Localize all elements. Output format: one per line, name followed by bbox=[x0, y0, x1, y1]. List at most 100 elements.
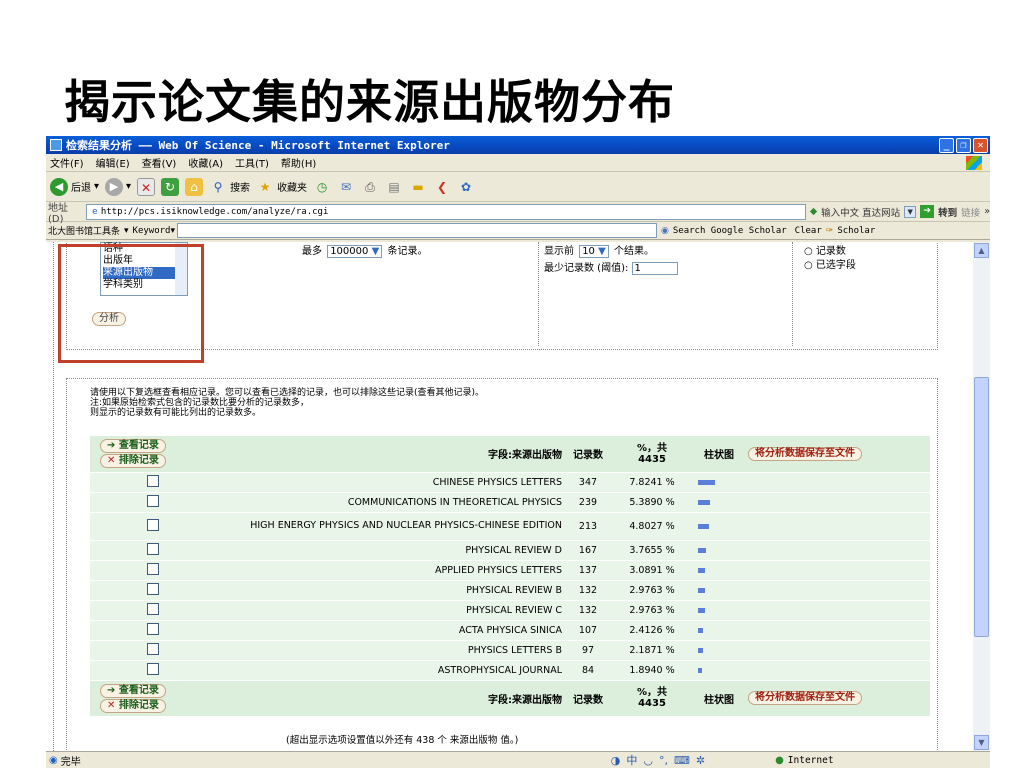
record-count: 213 bbox=[566, 512, 610, 541]
search-button[interactable]: ⚲ 搜索 bbox=[209, 178, 250, 196]
row-checkbox[interactable] bbox=[147, 518, 159, 531]
row-checkbox[interactable] bbox=[147, 662, 159, 675]
record-percent: 2.4126 % bbox=[610, 620, 694, 641]
field-header: 字段:来源出版物 bbox=[216, 680, 566, 717]
ime-toolbar[interactable]: ◑ 中 ◡ °, ⌨ ✲ bbox=[611, 752, 705, 768]
minimize-button[interactable]: _ bbox=[939, 137, 954, 153]
edit-icon[interactable]: ▤ bbox=[385, 178, 403, 196]
record-percent: 7.8241 % bbox=[610, 472, 694, 493]
messenger-icon[interactable]: ❮ bbox=[433, 178, 451, 196]
keyword-input[interactable] bbox=[177, 223, 658, 238]
ime-logo-icon: ◑ bbox=[610, 753, 621, 767]
library-toolbar-label[interactable]: 北大图书馆工具条 bbox=[48, 224, 120, 237]
back-button[interactable]: ◀ 后退 ▾ bbox=[50, 177, 99, 196]
menu-bar: 文件(F) 编辑(E) 查看(V) 收藏(A) 工具(T) 帮助(H) bbox=[46, 154, 990, 172]
keyboard-icon: ⌨ bbox=[673, 753, 690, 767]
links-button[interactable]: 链接 bbox=[961, 205, 980, 219]
scholar-search-icon[interactable]: ◉ bbox=[661, 226, 669, 236]
chevron-down-icon: ▼ bbox=[371, 246, 380, 257]
percent-bar bbox=[698, 479, 715, 485]
go-arrow-icon[interactable]: ➔ bbox=[920, 205, 935, 218]
windows-logo-icon bbox=[966, 155, 982, 170]
back-arrow-icon: ◀ bbox=[50, 177, 68, 196]
menu-edit[interactable]: 编辑(E) bbox=[96, 155, 130, 170]
table-row: PHYSICAL REVIEW C 132 2.9763 % bbox=[90, 600, 930, 621]
favorites-button[interactable]: ★ 收藏夹 bbox=[256, 178, 307, 196]
address-bar: 地址(D) e http://pcs.isiknowledge.com/anal… bbox=[46, 202, 990, 225]
broom-icon: ✑ bbox=[825, 225, 834, 236]
menu-help[interactable]: 帮助(H) bbox=[281, 155, 316, 170]
record-percent: 4.8027 % bbox=[610, 512, 694, 541]
source-name: PHYSICAL REVIEW D bbox=[216, 540, 566, 561]
record-count: 167 bbox=[566, 540, 610, 561]
source-name: PHYSICS LETTERS B bbox=[216, 640, 566, 661]
threshold-input[interactable]: 1 bbox=[631, 262, 678, 275]
forward-button[interactable]: ▶ ▾ bbox=[105, 177, 131, 196]
plugin-icon[interactable]: ✿ bbox=[457, 178, 475, 196]
clear-button[interactable]: Clear bbox=[795, 226, 822, 236]
exclude-records-button[interactable]: ✕ 排除记录 bbox=[100, 454, 166, 469]
view-records-button[interactable]: ➔ 查看记录 bbox=[100, 439, 166, 454]
history-icon[interactable]: ◷ bbox=[313, 178, 331, 196]
go-button[interactable]: 转到 bbox=[938, 205, 957, 219]
sort-option-field[interactable]: ○ 已选字段 bbox=[804, 256, 856, 271]
menu-view[interactable]: 查看(V) bbox=[142, 155, 177, 170]
radio-icon: ○ bbox=[804, 260, 813, 271]
percent-bar bbox=[698, 627, 703, 633]
max-records-select[interactable]: 100000 ▼ bbox=[327, 245, 383, 258]
sort-option-count[interactable]: ○ 记录数 bbox=[804, 242, 846, 257]
show-top-select[interactable]: 10 ▼ bbox=[579, 245, 609, 258]
menu-file[interactable]: 文件(F) bbox=[50, 155, 84, 170]
source-name: PHYSICAL REVIEW B bbox=[216, 580, 566, 601]
record-count: 132 bbox=[566, 600, 610, 621]
record-count: 97 bbox=[566, 640, 610, 661]
address-input[interactable]: e http://pcs.isiknowledge.com/analyze/ra… bbox=[85, 203, 806, 220]
record-count: 84 bbox=[566, 660, 610, 681]
row-checkbox[interactable] bbox=[147, 622, 159, 635]
home-icon[interactable]: ⌂ bbox=[185, 177, 204, 196]
close-button[interactable]: ✕ bbox=[973, 137, 988, 153]
instructions: 请使用以下复选框查看相应记录。您可以查看已选择的记录，也可以排除这些记录(查看其… bbox=[90, 388, 485, 418]
percent-header: %，共 4435 bbox=[610, 680, 694, 717]
chevron-right-icon[interactable]: » bbox=[984, 206, 990, 217]
scholar-search-button[interactable]: Search Google Scholar bbox=[673, 226, 787, 236]
row-checkbox[interactable] bbox=[147, 582, 159, 595]
show-top-row: 显示前 10 ▼ 个结果。 bbox=[544, 245, 654, 258]
row-checkbox[interactable] bbox=[147, 602, 159, 615]
count-header: 记录数 bbox=[566, 680, 610, 717]
record-count: 107 bbox=[566, 620, 610, 641]
record-count: 132 bbox=[566, 580, 610, 601]
row-checkbox[interactable] bbox=[147, 494, 159, 507]
refresh-icon[interactable]: ↻ bbox=[161, 177, 180, 196]
save-analysis-button[interactable]: 将分析数据保存至文件 bbox=[748, 446, 862, 461]
ime-punct-icon: °, bbox=[658, 753, 668, 767]
row-checkbox[interactable] bbox=[147, 474, 159, 487]
exclude-records-button[interactable]: ✕ 排除记录 bbox=[100, 698, 166, 713]
row-checkbox[interactable] bbox=[147, 542, 159, 555]
save-analysis-button[interactable]: 将分析数据保存至文件 bbox=[748, 691, 862, 705]
row-checkbox[interactable] bbox=[147, 642, 159, 655]
print-icon[interactable]: ⎙ bbox=[361, 178, 379, 196]
table-row: ACTA PHYSICA SINICA 107 2.4126 % bbox=[90, 620, 930, 641]
stop-icon[interactable]: ✕ bbox=[137, 177, 156, 196]
scroll-down-icon[interactable]: ▼ bbox=[974, 735, 989, 750]
view-records-button[interactable]: ➔ 查看记录 bbox=[100, 683, 166, 698]
table-header-row: ➔ 查看记录 ✕ 排除记录 字段:来源出版物 记录数 %，共 4435 柱状图 将… bbox=[90, 436, 930, 473]
source-name: ACTA PHYSICA SINICA bbox=[216, 620, 566, 641]
scroll-thumb[interactable] bbox=[974, 377, 989, 637]
x-icon: ✕ bbox=[107, 455, 116, 467]
keyword-label[interactable]: Keyword bbox=[133, 226, 171, 236]
scroll-up-icon[interactable]: ▲ bbox=[974, 243, 989, 258]
mail-icon[interactable]: ✉ bbox=[337, 178, 355, 196]
maximize-button[interactable]: ❐ bbox=[956, 137, 971, 153]
table-row: COMMUNICATIONS IN THEORETICAL PHYSICS 239… bbox=[90, 492, 930, 513]
dropdown-arrow-icon[interactable]: ▼ bbox=[904, 205, 917, 218]
page-done-icon: ◉ bbox=[49, 754, 58, 766]
folder-icon[interactable]: ▬ bbox=[409, 178, 427, 196]
vertical-scrollbar[interactable]: ▲ ▼ bbox=[973, 242, 990, 751]
forward-arrow-icon: ▶ bbox=[105, 177, 124, 196]
menu-tools[interactable]: 工具(T) bbox=[235, 155, 269, 170]
menu-favorites[interactable]: 收藏(A) bbox=[188, 155, 223, 170]
scholar-button[interactable]: Scholar bbox=[837, 226, 875, 236]
row-checkbox[interactable] bbox=[147, 562, 159, 575]
